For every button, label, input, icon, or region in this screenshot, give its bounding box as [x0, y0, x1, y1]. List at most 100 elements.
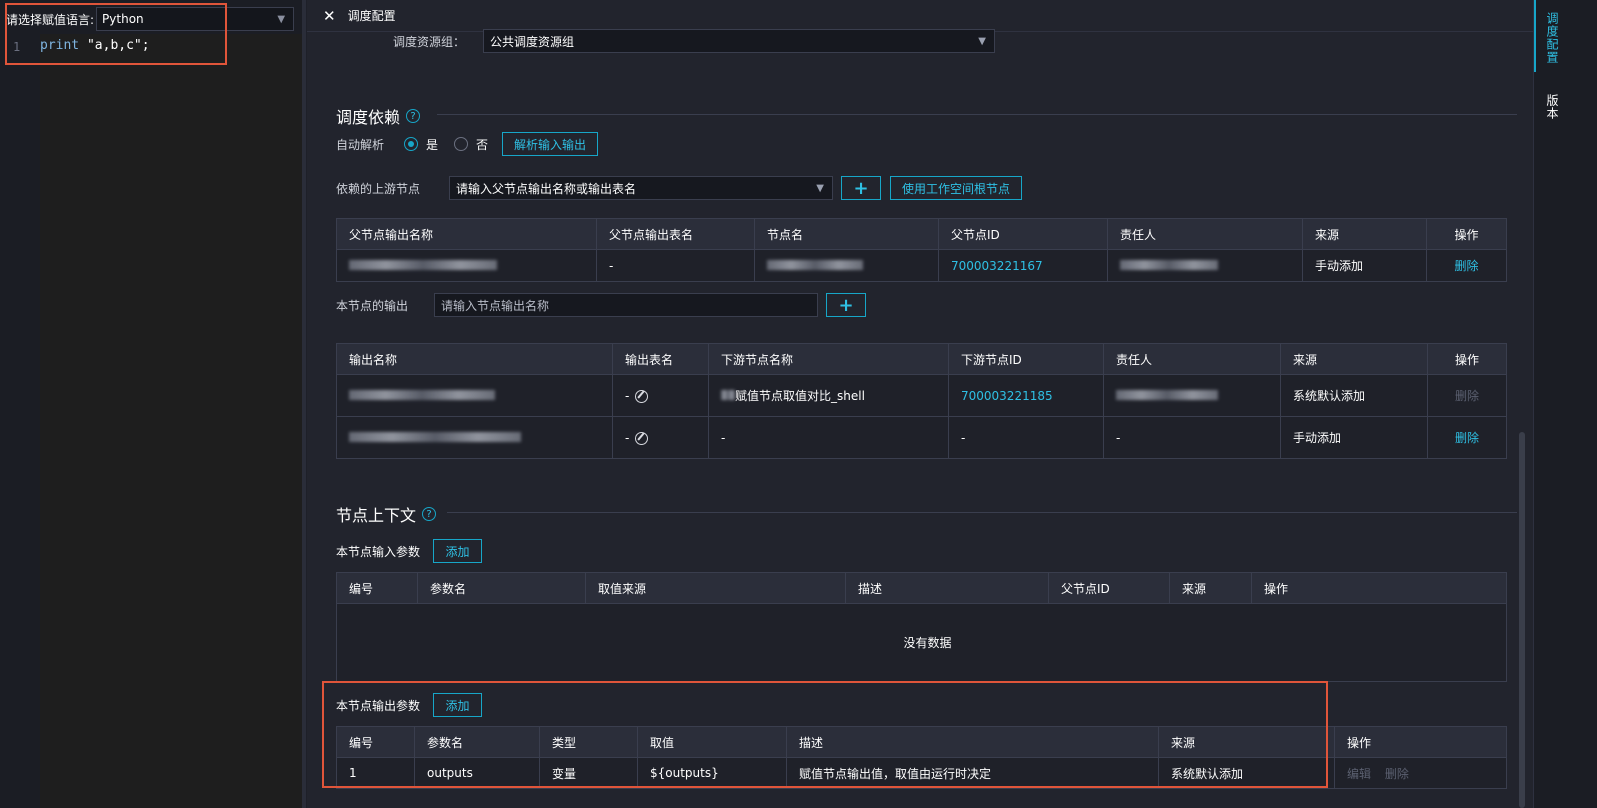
resource-group-label: 调度资源组：: [393, 34, 466, 49]
panel-header: ✕ 调度配置: [307, 0, 1565, 32]
cell-owner: [1103, 374, 1281, 417]
no-data-text: 没有数据: [336, 603, 1507, 682]
blurred-text: [349, 431, 521, 442]
tab-version[interactable]: 版本: [1544, 94, 1561, 120]
col-header: 父节点输出名称: [336, 218, 597, 250]
cell-source: 手动添加: [1280, 416, 1428, 459]
code-keyword: print: [40, 38, 80, 53]
col-header: 来源: [1280, 343, 1428, 375]
col-header: 操作: [1427, 343, 1507, 375]
col-header: 类型: [539, 726, 638, 758]
panel-title: 调度配置: [347, 9, 396, 23]
table-row: 1 outputs 变量 ${outputs} 赋值节点输出值，取值由运行时决定…: [336, 757, 1507, 789]
table-header-row: 父节点输出名称 父节点输出表名 节点名 父节点ID 责任人 来源 操作: [336, 218, 1507, 250]
close-icon[interactable]: ✕: [323, 7, 336, 25]
auto-parse-row: 自动解析 是 否 解析输入输出: [336, 132, 599, 156]
cell-desc: 赋值节点输出值，取值由运行时决定: [786, 757, 1159, 789]
add-output-button[interactable]: +: [826, 293, 866, 317]
blurred-text: [767, 259, 863, 270]
node-id-link[interactable]: 700003221167: [938, 249, 1108, 282]
help-icon[interactable]: ?: [422, 507, 437, 521]
tab-schedule-config[interactable]: 调度配置: [1544, 12, 1561, 64]
resource-group-select[interactable]: 公共调度资源组 ▼: [483, 29, 995, 53]
language-label: 请选择赋值语言:: [6, 12, 95, 27]
resource-group-row: 调度资源组： 公共调度资源组 ▼: [393, 29, 995, 53]
col-header: 责任人: [1103, 343, 1281, 375]
code-line[interactable]: print "a,b,c";: [40, 38, 150, 53]
context-title-text: 节点上下文: [336, 506, 417, 525]
parse-io-button[interactable]: 解析输入输出: [502, 132, 599, 156]
chevron-down-icon: ▼: [277, 13, 286, 25]
col-header: 编号: [336, 726, 415, 758]
line-number: 1: [13, 40, 21, 54]
add-upstream-button[interactable]: +: [841, 176, 881, 200]
blurred-text: [349, 389, 495, 400]
cell-node-name: [754, 249, 939, 282]
pane-splitter[interactable]: [302, 0, 306, 808]
col-header: 父节点输出表名: [596, 218, 755, 250]
active-tab-indicator: [1534, 0, 1536, 72]
col-header: 来源: [1169, 572, 1252, 604]
table-row: - 赋值节点取值对比_shell 700003221185 系统默认添加 删除: [336, 374, 1507, 417]
output-name-input[interactable]: 请输入节点输出名称: [434, 293, 818, 317]
output-params-table: 编号 参数名 类型 取值 描述 来源 操作 1 outputs 变量 ${out…: [336, 726, 1507, 789]
cell-output-name: [336, 374, 613, 417]
side-tabs: 调度配置 版本: [1533, 0, 1597, 808]
add-input-param-button[interactable]: 添加: [433, 539, 482, 563]
table-name-text: -: [625, 388, 630, 403]
context-section-title: 节点上下文 ?: [336, 502, 437, 526]
col-header: 输出名称: [336, 343, 613, 375]
col-header: 取值: [637, 726, 787, 758]
input-params-row: 本节点输入参数 添加: [336, 539, 482, 563]
edit-icon[interactable]: [635, 431, 649, 445]
upstream-row: 依赖的上游节点 请输入父节点输出名称或输出表名 ▼ + 使用工作空间根节点: [336, 176, 1022, 200]
edit-link-disabled: 编辑: [1347, 766, 1372, 781]
language-select[interactable]: Python ▼: [96, 7, 295, 31]
cell-downstream-name: -: [708, 416, 949, 459]
panel-scrollbar[interactable]: [1519, 432, 1525, 808]
col-header: 参数名: [417, 572, 586, 604]
output-params-row: 本节点输出参数 添加: [336, 693, 482, 717]
add-output-param-button[interactable]: 添加: [433, 693, 482, 717]
col-header: 操作: [1334, 726, 1507, 758]
radio-no[interactable]: [454, 137, 469, 151]
col-header: 描述: [845, 572, 1049, 604]
col-header: 操作: [1426, 218, 1507, 250]
radio-yes[interactable]: [404, 137, 418, 151]
chevron-down-icon: ▼: [816, 182, 824, 194]
output-table: 输出名称 输出表名 下游节点名称 下游节点ID 责任人 来源 操作 - 赋值节点…: [336, 343, 1507, 459]
app-root: 请选择赋值语言: Python ▼ 1 print "a,b,c"; ✕ 调度配…: [0, 0, 1597, 808]
input-params-label: 本节点输入参数: [336, 544, 421, 559]
blurred-text: [349, 259, 497, 270]
empty-row: 没有数据: [336, 603, 1507, 682]
help-icon[interactable]: ?: [406, 109, 421, 123]
cell-owner: [1107, 249, 1303, 282]
cell-table-name: -: [612, 374, 709, 417]
cell-downstream-name: 赋值节点取值对比_shell: [708, 374, 949, 417]
downstream-id-link[interactable]: 700003221185: [948, 374, 1104, 417]
table-row: - - - - 手动添加 删除: [336, 416, 1507, 459]
line-gutter: [0, 34, 40, 808]
delete-link[interactable]: 删除: [1426, 249, 1507, 282]
code-string: "a,b,c";: [79, 38, 150, 53]
code-editor: 请选择赋值语言: Python ▼ 1 print "a,b,c";: [0, 0, 306, 808]
col-header: 操作: [1251, 572, 1507, 604]
delete-link[interactable]: 删除: [1427, 416, 1507, 459]
cell-source: 系统默认添加: [1280, 374, 1428, 417]
col-header: 取值来源: [585, 572, 846, 604]
config-panel: ✕ 调度配置 调度资源组： 公共调度资源组 ▼ 调度依赖 ? 自动解析 是 否 …: [307, 0, 1565, 808]
use-root-node-button[interactable]: 使用工作空间根节点: [890, 176, 1022, 200]
code-text-area[interactable]: [40, 34, 302, 808]
language-value: Python: [102, 12, 144, 26]
blurred-text: [1116, 389, 1218, 400]
table-header-row: 编号 参数名 取值来源 描述 父节点ID 来源 操作: [336, 572, 1507, 604]
dependency-section-title: 调度依赖 ?: [336, 104, 421, 128]
output-row: 本节点的输出 请输入节点输出名称 +: [336, 293, 866, 317]
col-header: 输出表名: [612, 343, 709, 375]
dependency-title-text: 调度依赖: [336, 108, 401, 127]
upstream-select[interactable]: 请输入父节点输出名称或输出表名 ▼: [449, 176, 833, 200]
output-label: 本节点的输出: [336, 298, 409, 313]
col-header: 责任人: [1107, 218, 1303, 250]
section-divider: [437, 114, 1517, 115]
edit-icon[interactable]: [635, 389, 649, 403]
